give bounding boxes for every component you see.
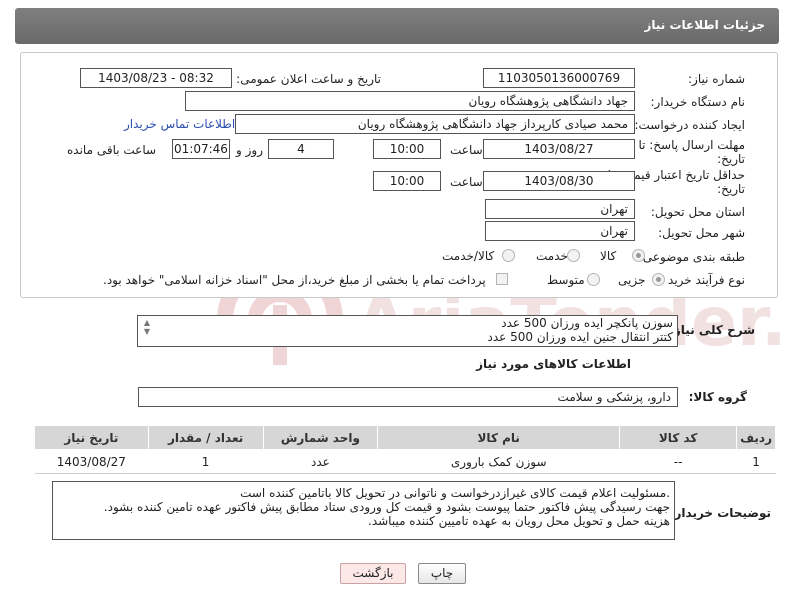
need-number-field[interactable]: 1103050136000769 (483, 68, 635, 88)
table-header-row: ردیف کد کالا نام کالا واحد شمارش تعداد /… (34, 425, 776, 450)
price-validity-label-line2: تاریخ: (717, 182, 745, 196)
column-header-unit: واحد شمارش (262, 425, 379, 450)
city-label: شهر محل تحویل: (658, 226, 745, 240)
table-row[interactable]: 1 -- سوزن کمک باروری عدد 1 1403/08/27 (34, 449, 776, 474)
cell-name: سوزن کمک باروری (377, 449, 620, 474)
buyer-notes-line: هزینه حمل و تحویل محل رویان به عهده تامی… (368, 514, 670, 528)
treasury-bonds-checkbox[interactable] (496, 273, 508, 285)
process-option-minor: جزیی (618, 273, 646, 287)
category-option-goods-service: کالا/خدمت (442, 249, 495, 263)
buyer-notes-line: جهت رسیدگی پیش فاکتور حتما پیوست بشود و … (103, 500, 670, 514)
scroll-arrows-icon[interactable]: ▲ ▼ (140, 318, 150, 336)
city-field[interactable]: تهران (485, 221, 635, 241)
cell-code: -- (619, 449, 737, 474)
process-option-medium: متوسط (547, 273, 585, 287)
category-option-goods: کالا (600, 249, 617, 263)
need-number-label: شماره نیاز: (688, 72, 745, 86)
category-radio-goods-service[interactable] (502, 249, 515, 262)
process-label: نوع فرآیند خرید : (660, 273, 745, 287)
reply-deadline-date-field[interactable]: 1403/08/27 (483, 139, 635, 159)
cell-quantity: 1 (148, 449, 263, 474)
column-header-quantity: تعداد / مقدار (147, 425, 264, 450)
category-label: طبقه بندی موضوعی: (638, 250, 745, 264)
buyer-notes-textarea[interactable]: .مسئولیت اعلام قیمت کالای غیرازدرخواست و… (52, 481, 675, 540)
description-line: کتتر انتقال جنین ایده ورزان 500 عدد (487, 330, 673, 344)
category-radio-goods[interactable] (632, 249, 645, 262)
back-button[interactable]: بازگشت (340, 563, 406, 584)
cell-need-date: 1403/08/27 (34, 449, 149, 474)
buyer-org-label: نام دستگاه خریدار: (650, 95, 746, 109)
column-header-code: کد کالا (619, 425, 738, 450)
cell-unit: عدد (263, 449, 378, 474)
process-radio-medium[interactable] (587, 273, 600, 286)
column-header-name: نام کالا (377, 425, 621, 450)
column-header-row-number: ردیف (736, 425, 776, 450)
announce-datetime-label: تاریخ و ساعت اعلان عمومی: (236, 72, 381, 86)
category-radio-service[interactable] (567, 249, 580, 262)
price-validity-date-field[interactable]: 1403/08/30 (483, 171, 635, 191)
category-option-service: خدمت (536, 249, 568, 263)
days-label: روز و (236, 143, 263, 157)
reply-deadline-label: مهلت ارسال پاسخ: تا (638, 138, 745, 152)
remaining-days-field[interactable]: 4 (268, 139, 334, 159)
reply-deadline-label-line2: تاریخ: (717, 152, 745, 166)
page-title: جزئیات اطلاعات نیاز (644, 18, 765, 32)
items-table: ردیف کد کالا نام کالا واحد شمارش تعداد /… (34, 425, 776, 474)
requester-field[interactable]: محمد صیادی کارپرداز جهاد دانشگاهی پژوهشگ… (235, 114, 635, 134)
price-validity-time-field[interactable]: 10:00 (373, 171, 441, 191)
column-header-need-date: تاریخ نیاز (34, 425, 149, 450)
header-bar: جزئیات اطلاعات نیاز (15, 8, 779, 44)
description-line: سوزن پانکچر ایده ورزان 500 عدد (501, 316, 673, 330)
goods-section-title: اطلاعات کالاهای مورد نیاز (476, 357, 631, 371)
reply-deadline-time-field[interactable]: 10:00 (373, 139, 441, 159)
process-radio-minor[interactable] (652, 273, 665, 286)
remaining-time-field[interactable]: 01:07:46 (172, 139, 230, 159)
description-label: شرح کلی نیاز: (669, 323, 755, 337)
buyer-org-field[interactable]: جهاد دانشگاهی پژوهشگاه رویان (185, 91, 635, 111)
treasury-bonds-label: پرداخت تمام یا بخشی از مبلغ خرید،از محل … (103, 273, 486, 287)
reply-deadline-time-label: ساعت (450, 143, 483, 157)
announce-datetime-field[interactable]: 1403/08/23 - 08:32 (80, 68, 232, 88)
buyer-contact-link[interactable]: اطلاعات تماس خریدار (124, 117, 235, 131)
province-field[interactable]: تهران (485, 199, 635, 219)
cell-row-number: 1 (736, 449, 776, 474)
requester-label: ایجاد کننده درخواست: (634, 118, 745, 132)
goods-group-label: گروه کالا: (688, 390, 747, 404)
buyer-notes-line: .مسئولیت اعلام قیمت کالای غیرازدرخواست و… (240, 486, 670, 500)
description-textarea[interactable]: ▲ ▼ سوزن پانکچر ایده ورزان 500 عدد کتتر ا… (137, 315, 678, 347)
goods-group-field[interactable]: دارو، پزشکی و سلامت (138, 387, 678, 407)
print-button[interactable]: چاپ (418, 563, 466, 584)
buyer-notes-label: توضیحات خریدار: (669, 506, 771, 520)
price-validity-time-label: ساعت (450, 175, 483, 189)
province-label: استان محل تحویل: (650, 205, 745, 219)
remaining-label: ساعت باقی مانده (67, 143, 157, 157)
